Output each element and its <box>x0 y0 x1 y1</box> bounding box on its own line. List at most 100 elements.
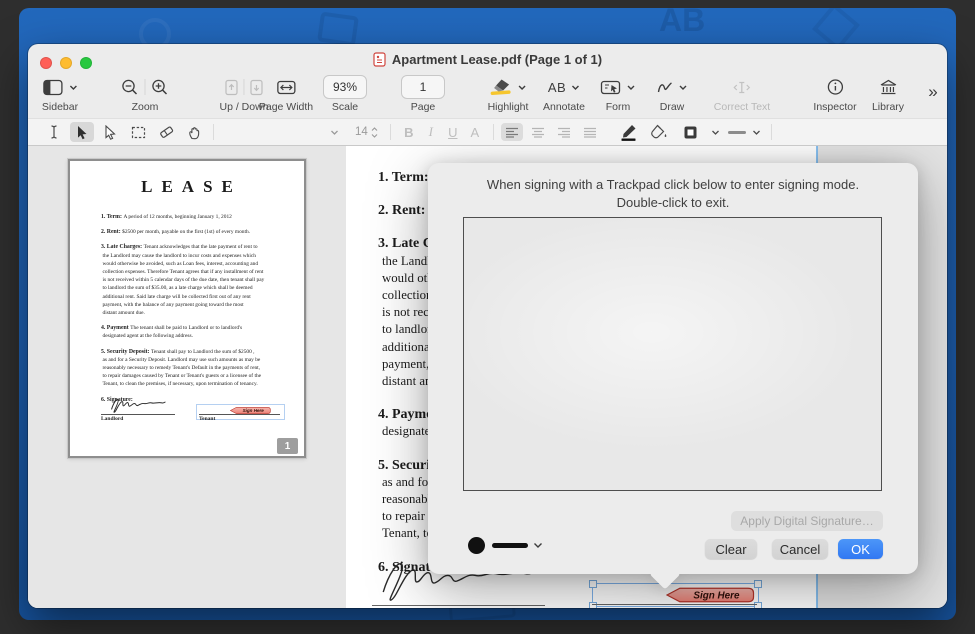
sign-here-tag[interactable]: Sign Here <box>666 587 755 603</box>
align-right-button[interactable] <box>553 123 575 141</box>
tenant-label: Tenant <box>592 607 629 608</box>
toolbar-item-draw[interactable]: Draw <box>657 75 688 113</box>
cursor-outline-icon <box>104 125 116 140</box>
page-number-box[interactable]: 1 <box>401 75 445 99</box>
thumbnail-page-badge: 1 <box>277 438 298 454</box>
page-width-icon <box>277 80 296 95</box>
screenshot-stage: A B Apartment Lease.pdf (Page 1 of 1) <box>0 0 975 634</box>
cancel-button[interactable]: Cancel <box>772 539 828 559</box>
toolbar-item-sidebar[interactable]: Sidebar <box>42 75 78 113</box>
toolbar-label: Annotate <box>543 101 585 113</box>
minimize-button[interactable] <box>60 57 72 69</box>
signature-canvas[interactable] <box>463 217 882 491</box>
lease-text-line: 1. Term:A period of 12 months, beginning… <box>101 213 279 221</box>
marquee-select-tool[interactable] <box>126 122 150 142</box>
toolbar-item-form[interactable]: Form <box>601 75 636 113</box>
toolbar-item-correct-text[interactable]: Correct Text <box>714 75 770 113</box>
hand-tool[interactable] <box>182 122 206 142</box>
lease-text-line: Tenant, to clean the premises, if necess… <box>101 380 279 388</box>
clear-button[interactable]: Clear <box>705 539 757 559</box>
lease-text-thumb: 1. Term:A period of 12 months, beginning… <box>101 213 279 404</box>
page-up-icon[interactable] <box>225 79 239 96</box>
scale-value-box[interactable]: 93% <box>323 75 367 99</box>
selection-handle[interactable] <box>754 580 762 588</box>
chevron-down-icon[interactable] <box>711 129 720 136</box>
double-chevron-icon: » <box>928 82 937 102</box>
italic-button[interactable]: I <box>420 124 442 140</box>
pdf-document-icon <box>373 52 386 67</box>
font-family-dropdown[interactable] <box>221 129 339 136</box>
align-justify-button[interactable] <box>579 123 601 141</box>
toolbar-label: Library <box>872 101 904 113</box>
lease-text-line: 3. Late Charges:Tenant acknowledges that… <box>101 243 279 251</box>
landlord-signature-thumb <box>103 397 173 414</box>
lease-text-line: designated agent at the following addres… <box>101 332 279 340</box>
toolbar-item-library[interactable]: Library <box>872 75 904 113</box>
zoom-out-icon[interactable] <box>121 78 140 97</box>
lease-text-line: reasonably necessary to remedy Tenant's … <box>101 364 279 372</box>
toolbar-overflow-button[interactable]: » <box>928 82 937 102</box>
select-arrow-tool[interactable] <box>70 122 94 142</box>
ink-color-swatch[interactable] <box>468 537 485 554</box>
ok-button[interactable]: OK <box>838 539 883 559</box>
close-button[interactable] <box>40 57 52 69</box>
toolbar-label: Form <box>606 101 631 113</box>
toolbar-item-pagewidth[interactable]: Page Width <box>259 75 313 113</box>
lease-text-line: 2. Rent:$2500 per month, payable on the … <box>101 228 279 236</box>
font-size-stepper[interactable]: 14 <box>355 126 378 138</box>
opacity-tool[interactable] <box>679 122 703 142</box>
toolbar-label: Draw <box>660 101 685 113</box>
fill-color-tool[interactable] <box>647 122 671 142</box>
apply-digital-signature-button[interactable]: Apply Digital Signature… <box>731 511 883 531</box>
inspector-info-icon <box>826 78 844 96</box>
toolbar-label: Sidebar <box>42 101 78 113</box>
lease-text-line: additional rent. Said late charge will b… <box>101 293 279 301</box>
landlord-label-thumb: Landlord <box>101 416 123 422</box>
lease-text-line: to landlord the sum of $35.00, as a late… <box>101 284 279 292</box>
lease-text-line: is not received within 5 calendar days o… <box>101 276 279 284</box>
chevron-down-icon[interactable] <box>533 541 543 549</box>
align-center-button[interactable] <box>527 123 549 141</box>
eraser-tool[interactable] <box>154 122 178 142</box>
chevron-down-icon[interactable] <box>518 84 527 91</box>
wallpaper-shape <box>317 12 359 47</box>
toolbar-item-annotate[interactable]: AB Annotate <box>543 75 585 113</box>
zoom-button[interactable] <box>80 57 92 69</box>
bold-button[interactable]: B <box>398 125 420 140</box>
instruction-line-2: Double-click to exit. <box>428 194 918 212</box>
chevron-down-icon[interactable] <box>627 84 636 91</box>
toolbar-item-scale[interactable]: 93% Scale <box>323 75 367 113</box>
landlord-signature-line <box>372 605 545 606</box>
stroke-pen-icon <box>620 124 637 141</box>
ink-thickness-preview <box>492 543 528 548</box>
tenant-signature-line <box>592 604 757 605</box>
chevron-down-icon <box>330 129 339 136</box>
text-tool[interactable] <box>42 122 66 142</box>
titlebar: Apartment Lease.pdf (Page 1 of 1) <box>28 44 947 74</box>
window-controls <box>40 57 92 69</box>
selection-handle[interactable] <box>589 580 597 588</box>
stepper-arrows-icon[interactable] <box>371 127 378 138</box>
chevron-down-icon[interactable] <box>571 84 580 91</box>
svg-text:Sign Here: Sign Here <box>693 591 740 602</box>
outline-arrow-tool[interactable] <box>98 122 122 142</box>
selection-handle[interactable] <box>754 602 762 608</box>
divider <box>145 79 146 95</box>
toolbar-item-inspector[interactable]: Inspector <box>813 75 856 113</box>
toolbar-item-highlight[interactable]: Highlight <box>488 75 529 113</box>
align-left-button[interactable] <box>501 123 523 141</box>
stroke-color-tool[interactable] <box>617 122 641 142</box>
toolbar-item-page[interactable]: 1 Page <box>401 75 445 113</box>
page-thumbnail[interactable]: LEASE 1. Term:A period of 12 months, beg… <box>68 159 306 458</box>
toolbar-label: Correct Text <box>714 101 770 113</box>
underline-button[interactable]: U <box>442 125 464 140</box>
chevron-down-icon[interactable] <box>752 129 761 136</box>
zoom-in-icon[interactable] <box>151 78 170 97</box>
main-toolbar: Sidebar Zoom <box>28 74 947 118</box>
chevron-down-icon[interactable] <box>679 84 688 91</box>
line-width-swatch[interactable] <box>728 131 746 134</box>
app-window: Apartment Lease.pdf (Page 1 of 1) Sideba… <box>28 44 947 608</box>
lease-title-thumb: LEASE <box>70 177 304 197</box>
text-color-button[interactable]: A <box>464 125 486 140</box>
toolbar-label: Inspector <box>813 101 856 113</box>
